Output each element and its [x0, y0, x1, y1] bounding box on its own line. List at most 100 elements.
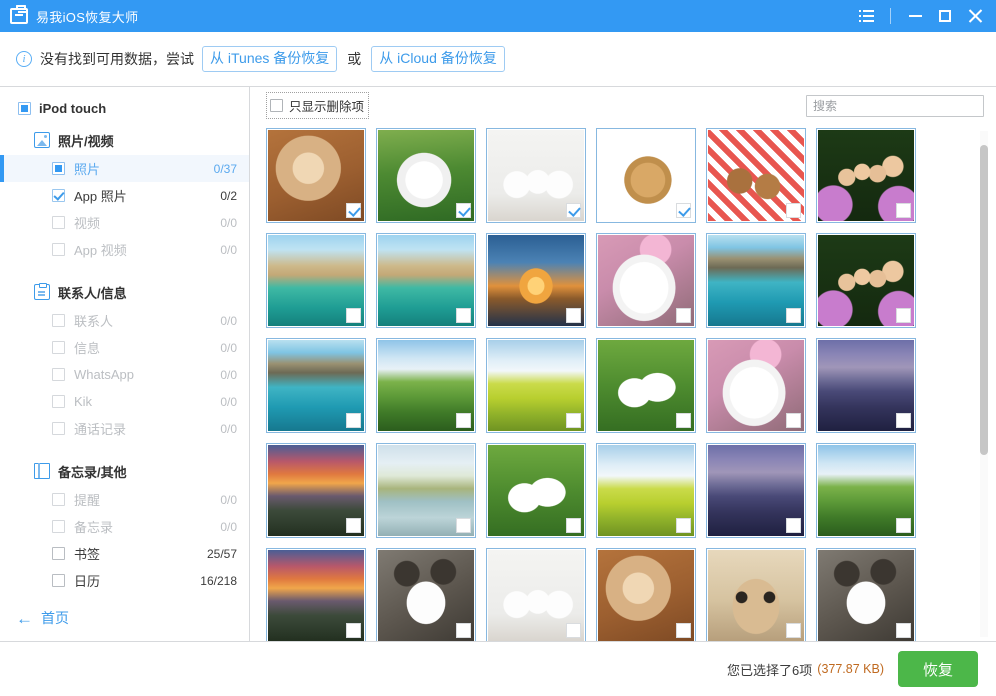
- thumbnail-item[interactable]: [266, 128, 366, 223]
- thumbnail-checkbox[interactable]: [346, 413, 361, 428]
- thumbnail-item[interactable]: [486, 338, 586, 433]
- thumbnail-checkbox[interactable]: [566, 308, 581, 323]
- thumbnail-checkbox[interactable]: [676, 203, 691, 218]
- thumbnail-checkbox[interactable]: [566, 203, 581, 218]
- sidebar-item-checkbox[interactable]: [52, 493, 65, 506]
- thumbnail-item[interactable]: [266, 233, 366, 328]
- thumbnail-item[interactable]: [816, 443, 916, 538]
- sidebar-item-信息[interactable]: 信息0/0: [0, 334, 249, 361]
- thumbnail-item[interactable]: [376, 338, 476, 433]
- thumbnail-item[interactable]: [376, 233, 476, 328]
- thumbnail-item[interactable]: [486, 233, 586, 328]
- sidebar-item-视频[interactable]: 视频0/0: [0, 209, 249, 236]
- recover-button[interactable]: 恢复: [898, 651, 978, 687]
- menu-icon[interactable]: [851, 0, 881, 32]
- thumbnail-item[interactable]: [376, 443, 476, 538]
- sidebar-item-checkbox[interactable]: [52, 520, 65, 533]
- thumbnail-item[interactable]: [596, 233, 696, 328]
- thumbnail-checkbox[interactable]: [346, 203, 361, 218]
- thumbnail-item[interactable]: [486, 548, 586, 641]
- close-icon[interactable]: [960, 0, 990, 32]
- minimize-icon[interactable]: [900, 0, 930, 32]
- thumbnail-checkbox[interactable]: [896, 308, 911, 323]
- thumbnail-checkbox[interactable]: [786, 413, 801, 428]
- thumbnail-item[interactable]: [706, 128, 806, 223]
- home-link[interactable]: ← 首页: [0, 595, 249, 641]
- thumbnail-item[interactable]: [486, 128, 586, 223]
- thumbnail-checkbox[interactable]: [566, 518, 581, 533]
- sidebar-group-3[interactable]: 备忘录/其他: [0, 456, 249, 486]
- thumbnail-item[interactable]: [706, 443, 806, 538]
- grid-scrollbar[interactable]: [980, 131, 988, 637]
- thumbnail-item[interactable]: [816, 233, 916, 328]
- thumbnail-item[interactable]: [266, 338, 366, 433]
- sidebar-item-App-视频[interactable]: App 视频0/0: [0, 236, 249, 263]
- sidebar-item-checkbox[interactable]: [52, 422, 65, 435]
- thumbnail-checkbox[interactable]: [346, 308, 361, 323]
- device-checkbox[interactable]: [18, 102, 31, 115]
- sidebar-item-checkbox[interactable]: [52, 243, 65, 256]
- sidebar-item-WhatsApp[interactable]: WhatsApp0/0: [0, 361, 249, 388]
- sidebar-item-checkbox[interactable]: [52, 547, 65, 560]
- grid-scrollbar-thumb[interactable]: [980, 145, 988, 455]
- thumbnail-item[interactable]: [266, 443, 366, 538]
- thumbnail-checkbox[interactable]: [896, 203, 911, 218]
- thumbnail-checkbox[interactable]: [786, 518, 801, 533]
- thumbnail-item[interactable]: [596, 548, 696, 641]
- maximize-icon[interactable]: [930, 0, 960, 32]
- thumbnail-checkbox[interactable]: [786, 308, 801, 323]
- thumbnail-checkbox[interactable]: [566, 413, 581, 428]
- sidebar-item-Kik[interactable]: Kik0/0: [0, 388, 249, 415]
- sidebar-item-checkbox[interactable]: [52, 162, 65, 175]
- thumbnail-checkbox[interactable]: [676, 518, 691, 533]
- thumbnail-checkbox[interactable]: [456, 413, 471, 428]
- thumbnail-item[interactable]: [706, 233, 806, 328]
- sidebar-item-照片[interactable]: 照片0/37: [0, 155, 249, 182]
- thumbnail-checkbox[interactable]: [456, 623, 471, 638]
- thumbnail-checkbox[interactable]: [786, 203, 801, 218]
- sidebar-item-提醒[interactable]: 提醒0/0: [0, 486, 249, 513]
- thumbnail-checkbox[interactable]: [456, 308, 471, 323]
- thumbnail-checkbox[interactable]: [346, 623, 361, 638]
- search-input[interactable]: [806, 95, 984, 117]
- thumbnail-item[interactable]: [266, 548, 366, 641]
- thumbnail-checkbox[interactable]: [786, 623, 801, 638]
- thumbnail-item[interactable]: [596, 443, 696, 538]
- sidebar-device-ipod-touch[interactable]: iPod touch: [0, 95, 249, 121]
- thumbnail-checkbox[interactable]: [896, 413, 911, 428]
- sidebar-item-联系人[interactable]: 联系人0/0: [0, 307, 249, 334]
- thumbnail-checkbox[interactable]: [456, 518, 471, 533]
- thumbnail-checkbox[interactable]: [676, 413, 691, 428]
- only-deleted-checkbox[interactable]: 只显示删除项: [266, 92, 369, 119]
- sidebar-group-1[interactable]: 照片/视频: [0, 125, 249, 155]
- sidebar-item-checkbox[interactable]: [52, 368, 65, 381]
- sidebar-item-备忘录[interactable]: 备忘录0/0: [0, 513, 249, 540]
- sidebar-item-checkbox[interactable]: [52, 189, 65, 202]
- thumbnail-item[interactable]: [816, 548, 916, 641]
- thumbnail-checkbox[interactable]: [566, 623, 581, 638]
- thumbnail-item[interactable]: [706, 548, 806, 641]
- thumbnail-item[interactable]: [706, 338, 806, 433]
- sidebar-item-checkbox[interactable]: [52, 314, 65, 327]
- thumbnail-item[interactable]: [376, 128, 476, 223]
- sidebar-item-语音备忘录[interactable]: 语音备忘录0/0: [0, 594, 249, 595]
- thumbnail-item[interactable]: [816, 338, 916, 433]
- sidebar-item-checkbox[interactable]: [52, 216, 65, 229]
- thumbnail-checkbox[interactable]: [346, 518, 361, 533]
- thumbnail-checkbox[interactable]: [896, 518, 911, 533]
- thumbnail-checkbox[interactable]: [676, 623, 691, 638]
- thumbnail-item[interactable]: [486, 443, 586, 538]
- itunes-restore-button[interactable]: 从 iTunes 备份恢复: [202, 46, 337, 72]
- sidebar-item-checkbox[interactable]: [52, 574, 65, 587]
- thumbnail-item[interactable]: [596, 338, 696, 433]
- thumbnail-checkbox[interactable]: [456, 203, 471, 218]
- sidebar-item-书签[interactable]: 书签25/57: [0, 540, 249, 567]
- thumbnail-item[interactable]: [376, 548, 476, 641]
- thumbnail-checkbox[interactable]: [896, 623, 911, 638]
- sidebar-item-checkbox[interactable]: [52, 395, 65, 408]
- icloud-restore-button[interactable]: 从 iCloud 备份恢复: [371, 46, 504, 72]
- thumbnail-checkbox[interactable]: [676, 308, 691, 323]
- sidebar-item-App-照片[interactable]: App 照片0/2: [0, 182, 249, 209]
- sidebar-item-通话记录[interactable]: 通话记录0/0: [0, 415, 249, 442]
- sidebar-item-checkbox[interactable]: [52, 341, 65, 354]
